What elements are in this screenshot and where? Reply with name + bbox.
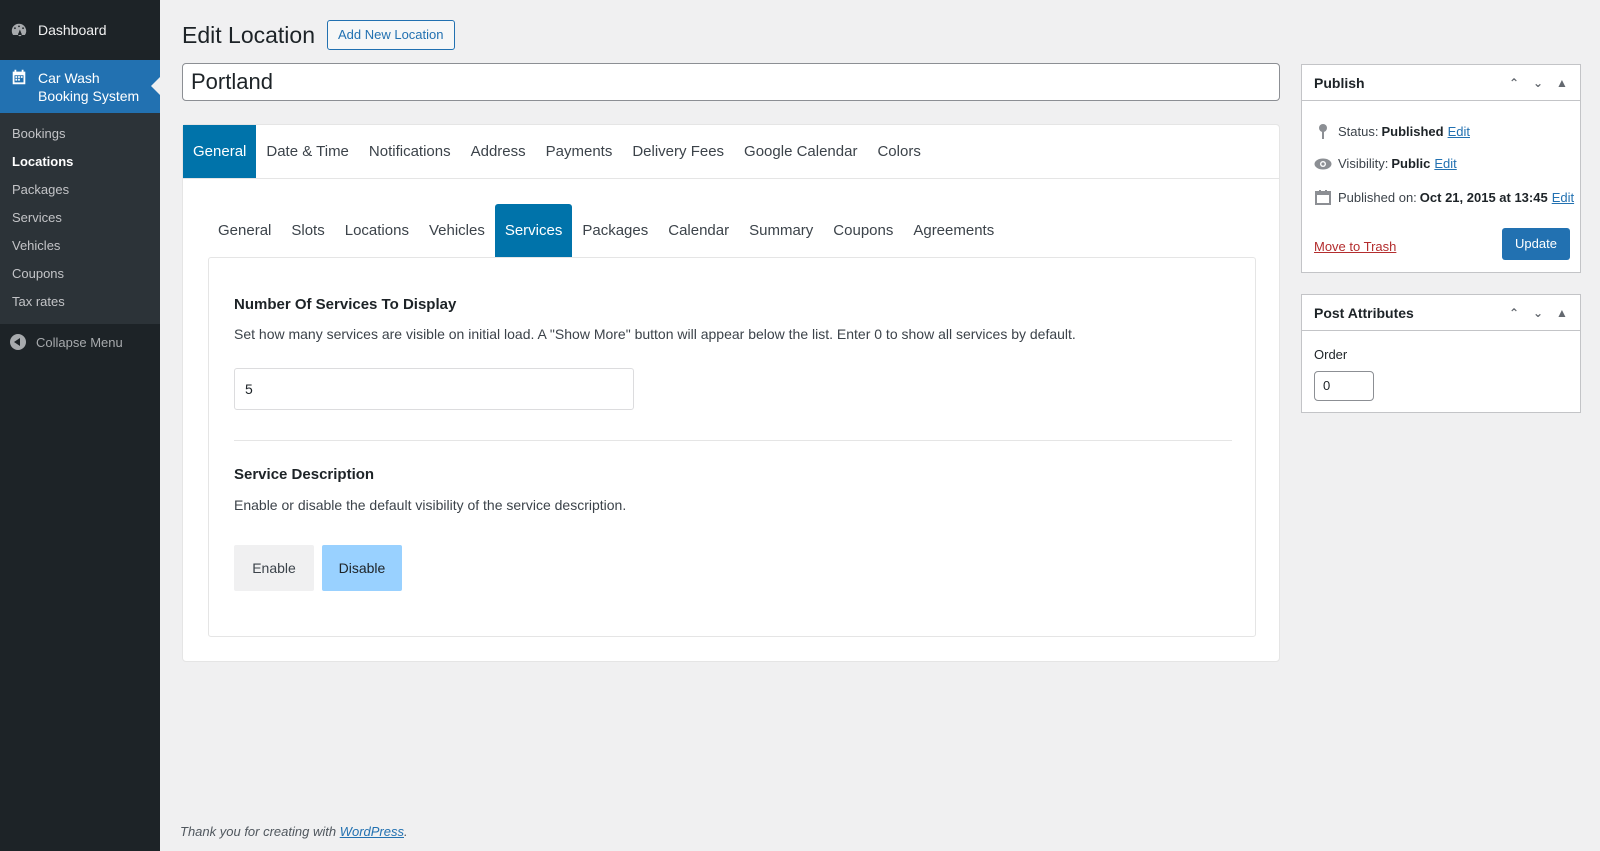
sidebar-item-tax-rates[interactable]: Tax rates <box>0 288 160 316</box>
collapse-arrow-icon <box>10 334 26 350</box>
tab-date-time[interactable]: Date & Time <box>256 125 359 178</box>
status-edit-link[interactable]: Edit <box>1448 124 1470 139</box>
update-button[interactable]: Update <box>1502 228 1570 260</box>
disable-button[interactable]: Disable <box>322 545 402 591</box>
move-up-icon[interactable]: ⌃ <box>1502 76 1526 90</box>
service-description-text: Enable or disable the default visibility… <box>234 497 627 513</box>
collapse-menu-label: Collapse Menu <box>36 334 123 350</box>
page-title: Edit Location <box>182 21 315 48</box>
wordpress-link[interactable]: WordPress <box>340 824 404 839</box>
publish-box: Publish ⌃ ⌄ ▲ Status: Published Edit Vis… <box>1301 64 1581 273</box>
published-value: Oct 21, 2015 at 13:45 <box>1419 189 1548 205</box>
services-display-description: Set how many services are visible on ini… <box>234 326 1076 342</box>
settings-panel: General Date & Time Notifications Addres… <box>182 124 1280 662</box>
eye-icon <box>1314 158 1332 170</box>
subtab-coupons[interactable]: Coupons <box>823 204 903 258</box>
subtab-general[interactable]: General <box>208 204 281 258</box>
tab-notifications[interactable]: Notifications <box>359 125 461 178</box>
post-attributes-header: Post Attributes ⌃ ⌄ ▲ <box>1302 295 1580 331</box>
calendar-icon <box>10 68 28 86</box>
tab-address[interactable]: Address <box>461 125 536 178</box>
admin-footer: Thank you for creating with WordPress. <box>180 824 408 839</box>
subtab-locations[interactable]: Locations <box>335 204 419 258</box>
service-description-title: Service Description <box>234 466 375 483</box>
main-tabs: General Date & Time Notifications Addres… <box>183 125 1279 179</box>
status-row: Status: Published Edit <box>1314 123 1470 139</box>
sidebar-item-car-wash[interactable]: Car Wash Booking System <box>0 60 160 113</box>
sidebar-item-locations[interactable]: Locations <box>0 148 160 176</box>
visibility-row: Visibility: Public Edit <box>1314 156 1457 171</box>
visibility-value: Public <box>1391 156 1431 171</box>
published-edit-link[interactable]: Edit <box>1552 190 1574 205</box>
published-label: Published on: <box>1338 189 1417 205</box>
subtab-services[interactable]: Services <box>494 204 573 258</box>
footer-text: Thank you for creating with <box>180 824 340 839</box>
admin-sidebar: Dashboard Car Wash Booking System Bookin… <box>0 0 160 851</box>
calendar-small-icon <box>1314 189 1332 205</box>
subtab-packages[interactable]: Packages <box>572 204 658 258</box>
footer-suffix: . <box>404 824 408 839</box>
move-up-icon[interactable]: ⌃ <box>1502 306 1526 320</box>
subtab-summary[interactable]: Summary <box>739 204 823 258</box>
visibility-label: Visibility: <box>1338 156 1389 171</box>
publish-title: Publish <box>1314 74 1365 91</box>
status-label: Status: <box>1338 123 1379 139</box>
tab-payments[interactable]: Payments <box>536 125 623 178</box>
tab-google-calendar[interactable]: Google Calendar <box>734 125 867 178</box>
toggle-panel-icon[interactable]: ▲ <box>1550 76 1574 90</box>
status-value: Published <box>1381 123 1444 139</box>
sidebar-item-coupons[interactable]: Coupons <box>0 260 160 288</box>
pin-icon <box>1314 123 1332 139</box>
tab-colors[interactable]: Colors <box>867 125 930 178</box>
section-divider <box>234 440 1232 441</box>
move-to-trash-link[interactable]: Move to Trash <box>1314 239 1396 254</box>
subtab-slots[interactable]: Slots <box>281 204 334 258</box>
active-menu-arrow <box>151 77 160 95</box>
post-attributes-title: Post Attributes <box>1314 304 1414 321</box>
page-heading: Edit Location Add New Location <box>182 20 455 50</box>
order-label: Order <box>1314 347 1348 362</box>
post-attributes-box: Post Attributes ⌃ ⌄ ▲ Order 0 <box>1301 294 1581 413</box>
services-count-input[interactable]: 5 <box>234 368 634 410</box>
move-down-icon[interactable]: ⌄ <box>1526 76 1550 90</box>
move-down-icon[interactable]: ⌄ <box>1526 306 1550 320</box>
published-on-row: Published on: Oct 21, 2015 at 13:45 Edit <box>1314 189 1574 205</box>
sidebar-item-services[interactable]: Services <box>0 204 160 232</box>
order-input[interactable]: 0 <box>1314 371 1374 401</box>
tab-delivery-fees[interactable]: Delivery Fees <box>622 125 734 178</box>
services-display-title: Number Of Services To Display <box>234 296 457 313</box>
sidebar-item-packages[interactable]: Packages <box>0 176 160 204</box>
sidebar-dashboard-label: Dashboard <box>38 22 107 38</box>
sub-tabs: General Slots Locations Vehicles Service… <box>208 204 1004 258</box>
subtab-vehicles[interactable]: Vehicles <box>419 204 495 258</box>
subtab-agreements[interactable]: Agreements <box>903 204 1004 258</box>
collapse-menu-button[interactable]: Collapse Menu <box>0 324 160 360</box>
sidebar-item-vehicles[interactable]: Vehicles <box>0 232 160 260</box>
main-content: Edit Location Add New Location Portland … <box>160 0 1600 851</box>
sidebar-item-bookings[interactable]: Bookings <box>0 120 160 148</box>
sidebar-plugin-label: Car Wash Booking System <box>38 69 140 104</box>
tab-general[interactable]: General <box>183 125 257 178</box>
post-title-input[interactable]: Portland <box>182 63 1280 101</box>
sidebar-item-dashboard[interactable]: Dashboard <box>0 0 160 60</box>
toggle-panel-icon[interactable]: ▲ <box>1550 306 1574 320</box>
subtab-calendar[interactable]: Calendar <box>658 204 739 258</box>
publish-box-header: Publish ⌃ ⌄ ▲ <box>1302 65 1580 101</box>
enable-button[interactable]: Enable <box>234 545 314 591</box>
services-settings: Number Of Services To Display Set how ma… <box>208 257 1256 637</box>
dashboard-gauge-icon <box>10 21 28 39</box>
visibility-edit-link[interactable]: Edit <box>1434 156 1456 171</box>
sidebar-submenu: Bookings Locations Packages Services Veh… <box>0 113 160 324</box>
add-new-location-button[interactable]: Add New Location <box>326 20 455 50</box>
